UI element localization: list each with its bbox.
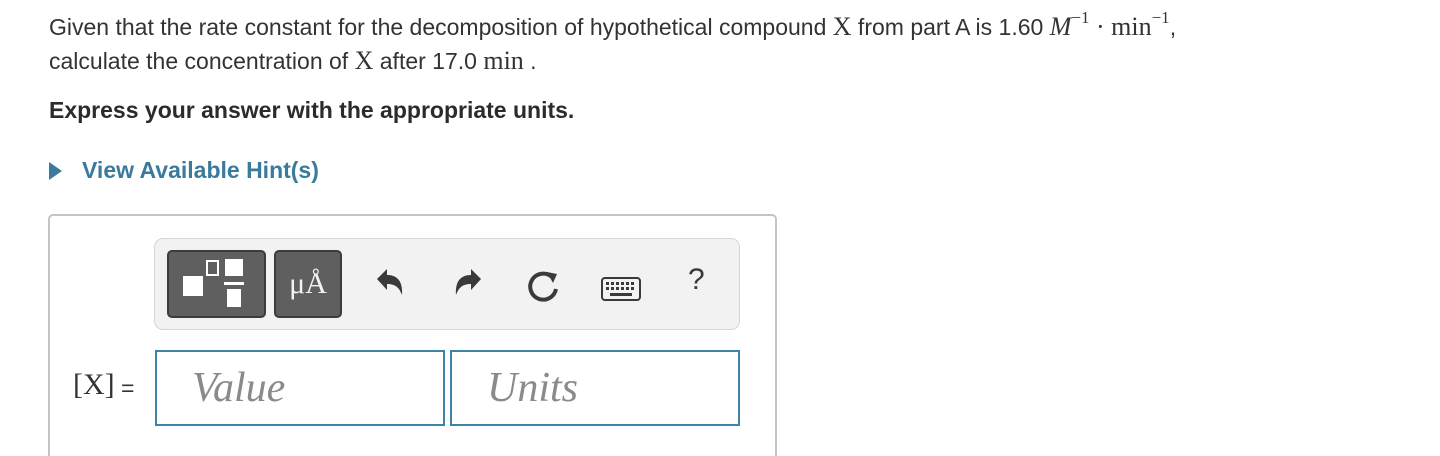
equals-sign: = <box>121 375 135 401</box>
exponent: −1 <box>1151 8 1170 28</box>
compound-symbol: X <box>832 12 852 41</box>
answer-variable-label: [X] <box>73 368 115 401</box>
reset-icon[interactable] <box>526 269 562 305</box>
period: . <box>523 48 537 74</box>
view-hints-label: View Available Hint(s) <box>82 157 319 183</box>
unit-molarity: M <box>1049 12 1072 41</box>
unit-dot: · <box>1089 12 1112 41</box>
view-hints-link[interactable]: View Available Hint(s) <box>49 157 319 184</box>
templates-button[interactable] <box>167 250 266 318</box>
units-placeholder: Units <box>487 365 579 411</box>
units-button-label: μÅ <box>289 267 327 300</box>
math-toolbar: μÅ ? <box>154 238 740 330</box>
keyboard-icon[interactable] <box>601 277 641 303</box>
undo-icon[interactable] <box>373 265 407 305</box>
value-placeholder: Value <box>192 365 286 411</box>
question-text-part: calculate the concentration of <box>49 48 355 74</box>
question-text-part: from part A is 1.60 <box>851 14 1050 40</box>
unit-minutes: min <box>483 46 524 75</box>
compound-symbol: X <box>354 46 374 75</box>
help-button[interactable]: ? <box>688 263 705 297</box>
units-button[interactable]: μÅ <box>274 250 342 318</box>
redo-icon[interactable] <box>451 265 485 305</box>
unit-minutes: min <box>1111 12 1152 41</box>
answer-instruction: Express your answer with the appropriate… <box>49 97 575 123</box>
templates-icon <box>183 259 244 307</box>
question-text: Given that the rate constant for the dec… <box>49 8 1419 78</box>
value-input[interactable]: Value <box>155 350 445 426</box>
question-text-part: after 17.0 <box>373 48 484 74</box>
comma: , <box>1169 14 1177 40</box>
expand-triangle-icon <box>49 161 62 180</box>
question-text-part: Given that the rate constant for the dec… <box>49 14 833 40</box>
units-input[interactable]: Units <box>450 350 740 426</box>
exponent: −1 <box>1071 8 1090 28</box>
